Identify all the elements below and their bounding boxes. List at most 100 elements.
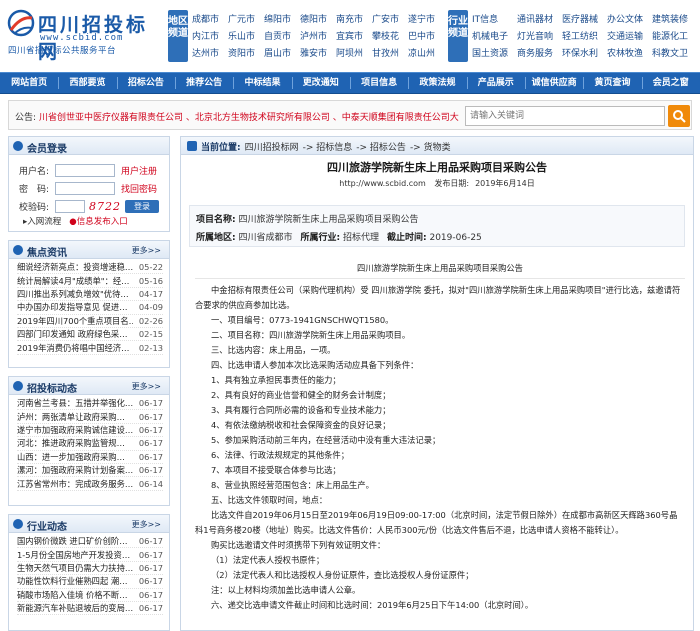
region-link[interactable]: 广元市 [228,12,264,25]
nav-item[interactable]: 产品展示 [466,72,525,94]
search-input[interactable] [465,106,665,126]
nav-item[interactable]: 项目信息 [349,72,408,94]
industry-link[interactable]: 国土资源 [472,46,517,59]
region-link[interactable]: 甘孜州 [372,46,408,59]
region-link[interactable]: 德阳市 [300,12,336,25]
list-item[interactable]: 2019年四川700个重点项目名… 02-26 [17,315,163,328]
register-link[interactable]: 用户注册 [121,164,157,177]
breadcrumb-item[interactable]: -> 货物类 [410,140,451,153]
list-item[interactable]: 泸州：两张清单让政府采购… 06-17 [17,410,163,424]
recover-password-link[interactable]: 找回密码 [121,182,157,195]
region-link[interactable]: 南充市 [336,12,372,25]
list-item-title[interactable]: 新能源汽车补贴退坡后的变局… [17,602,133,614]
list-item-title[interactable]: 中办国办印发指导意见 促进… [17,301,133,313]
nav-item[interactable]: 招标公告 [116,72,175,94]
list-item[interactable]: 中办国办印发指导意见 促进… 04-09 [17,301,163,315]
username-input[interactable] [55,163,115,177]
list-item-title[interactable]: 2019年四川700个重点项目名… [17,315,133,327]
list-item[interactable]: 国内钢价微跌 进口矿价创阶… 06-17 [17,535,163,549]
breadcrumb-item[interactable]: -> 招标信息 [303,140,353,153]
list-item-title[interactable]: 国内钢价微跌 进口矿价创阶… [17,535,133,547]
industry-link[interactable]: IT信息 [472,12,517,25]
captcha-input[interactable] [55,199,85,213]
nav-item[interactable]: 西部要览 [58,72,116,94]
list-item[interactable]: 2019年消费仍将唱中国经济… 02-13 [17,341,163,355]
publish-entry-link[interactable]: ●信息发布入口 [69,215,127,227]
nav-item[interactable]: 政策法规 [408,72,466,94]
nav-item[interactable]: 黄页查询 [583,72,641,94]
industry-link[interactable]: 通讯器材 [517,12,562,25]
list-item[interactable]: 四川推出系列减负增效"优待… 04-17 [17,288,163,302]
article-source[interactable]: http://www.scbid.com [339,179,426,188]
industry-link[interactable]: 交通运输 [607,29,652,42]
list-item-title[interactable]: 2019年消费仍将唱中国经济… [17,342,133,354]
region-link[interactable]: 凉山州 [408,46,444,59]
region-link[interactable]: 成都市 [192,12,228,25]
list-item[interactable]: 河南省兰考县：五措并举强化… 06-17 [17,397,163,411]
region-link[interactable]: 眉山市 [264,46,300,59]
site-logo[interactable]: 四川招投标网 www.scbid.com 四川省招投标公共服务平台 [6,8,164,63]
list-item-title[interactable]: 四部门印发通知 政府绿色采… [17,328,133,340]
industry-link[interactable]: 机械电子 [472,29,517,42]
list-item-title[interactable]: 硝酸市场陷入佳境 价格不断… [17,589,133,601]
list-item[interactable]: 新能源汽车补贴退坡后的变局… 06-17 [17,602,163,616]
search-button[interactable] [668,105,690,127]
list-item-title[interactable]: 细说经济新亮点：投资增速稳… [17,261,133,273]
list-item-title[interactable]: 四川推出系列减负增效"优待… [17,288,133,300]
list-item-title[interactable]: 河北：推进政府采购监管规… [17,437,133,449]
region-link[interactable]: 阿坝州 [336,46,372,59]
industry-link[interactable]: 建筑装修 [652,12,697,25]
industry-link[interactable]: 能源化工 [652,29,697,42]
nav-item[interactable]: 中标结果 [233,72,291,94]
list-item-title[interactable]: 生物天然气项目仍需大力扶持… [17,562,133,574]
industry-link[interactable]: 轻工纺织 [562,29,607,42]
region-link[interactable]: 自贡市 [264,29,300,42]
industry-news-more-link[interactable]: 更多>> [132,519,161,530]
industry-link[interactable]: 办公文体 [607,12,652,25]
nav-item[interactable]: 诚信供应商 [524,72,583,94]
breadcrumb-item[interactable]: 四川招投标网 [245,140,299,153]
industry-link[interactable]: 科教文卫 [652,46,697,59]
list-item-title[interactable]: 遂宁市加强政府采购诚信建设… [17,424,133,436]
region-link[interactable]: 雅安市 [300,46,336,59]
list-item[interactable]: 江苏省常州市：完成政务服务… 06-14 [17,477,163,491]
list-item[interactable]: 1-5月份全国房地产开发投资… 06-17 [17,548,163,562]
list-item-title[interactable]: 泸州：两张清单让政府采购… [17,411,133,423]
nav-item[interactable]: 网站首页 [0,72,58,94]
list-item[interactable]: 统计局解读4月"成绩单"：经… 05-16 [17,274,163,288]
region-link[interactable]: 资阳市 [228,46,264,59]
breadcrumb-item[interactable]: -> 招标公告 [356,140,406,153]
list-item-title[interactable]: 统计局解读4月"成绩单"：经… [17,275,133,287]
region-link[interactable]: 泸州市 [300,29,336,42]
list-item[interactable]: 功能性饮料行业催熟四起 潮… 06-17 [17,575,163,589]
signup-flow-link[interactable]: ▸入网流程 [23,215,61,227]
nav-item[interactable]: 更改通知 [291,72,350,94]
industry-link[interactable]: 灯光音响 [517,29,562,42]
bid-news-more-link[interactable]: 更多>> [132,381,161,392]
region-link[interactable]: 巴中市 [408,29,444,42]
notice-marquee[interactable]: 川省创世亚中医疗仪器有限责任公司 、北京北方生物技术研究所有限公司 、中泰天顺集… [39,110,459,123]
nav-item[interactable]: 推荐公告 [174,72,233,94]
industry-link[interactable]: 农林牧渔 [607,46,652,59]
list-item[interactable]: 生物天然气项目仍需大力扶持… 06-17 [17,562,163,576]
list-item-title[interactable]: 河南省兰考县：五措并举强化… [17,397,133,409]
region-link[interactable]: 绵阳市 [264,12,300,25]
list-item-title[interactable]: 功能性饮料行业催熟四起 潮… [17,575,133,587]
captcha-image[interactable]: 8722 [89,200,121,213]
nav-item[interactable]: 会员之窗 [641,72,700,94]
hot-news-more-link[interactable]: 更多>> [132,245,161,256]
region-link[interactable]: 攀枝花 [372,29,408,42]
password-input[interactable] [55,181,115,195]
region-link[interactable]: 达州市 [192,46,228,59]
list-item[interactable]: 遂宁市加强政府采购诚信建设… 06-17 [17,424,163,438]
region-link[interactable]: 乐山市 [228,29,264,42]
region-link[interactable]: 内江市 [192,29,228,42]
list-item-title[interactable]: 山西：进一步加强政府采购… [17,451,133,463]
list-item-title[interactable]: 江苏省常州市：完成政务服务… [17,478,133,490]
region-link[interactable]: 广安市 [372,12,408,25]
industry-link[interactable]: 商务服务 [517,46,562,59]
login-button[interactable]: 登录 [125,199,159,213]
list-item[interactable]: 山西：进一步加强政府采购… 06-17 [17,451,163,464]
list-item[interactable]: 硝酸市场陷入佳境 价格不断… 06-17 [17,589,163,602]
industry-link[interactable]: 环保水利 [562,46,607,59]
